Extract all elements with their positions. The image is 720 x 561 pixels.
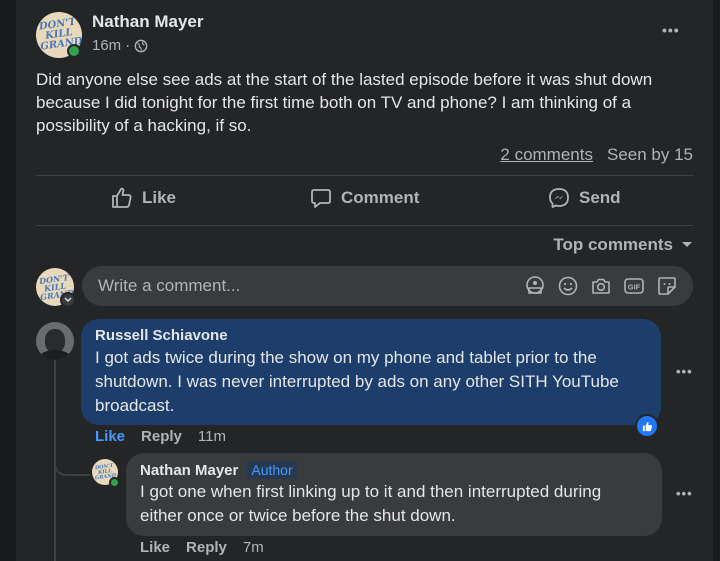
comment-actions: Like Reply 11m — [95, 428, 226, 445]
like-reaction-icon[interactable] — [635, 414, 659, 438]
profile-switch-badge[interactable] — [60, 292, 76, 308]
reply-reply-button[interactable]: Reply — [186, 539, 227, 556]
online-status-dot — [67, 44, 81, 58]
like-button[interactable]: Like — [110, 186, 176, 210]
post-time[interactable]: 16m — [92, 37, 121, 54]
comment-bubble: Russell Schiavone I got ads twice during… — [81, 319, 661, 425]
comment-composer[interactable]: GIF — [82, 266, 693, 306]
send-button[interactable]: Send — [547, 186, 621, 210]
gif-icon[interactable]: GIF — [622, 274, 646, 298]
messenger-icon — [549, 188, 569, 208]
svg-text:GIF: GIF — [628, 283, 641, 292]
avatar-sticker-icon[interactable] — [523, 274, 547, 298]
comments-count-link[interactable]: 2 comments — [500, 145, 593, 165]
post-author-name[interactable]: Nathan Mayer — [92, 12, 203, 32]
reply-like-button[interactable]: Like — [140, 539, 170, 556]
comment-button[interactable]: Comment — [309, 186, 419, 210]
comment-author[interactable]: Russell Schiavone — [95, 327, 647, 344]
composer-tools: GIF — [523, 274, 679, 298]
reply-connector — [54, 454, 90, 476]
reply-bubble: Nathan Mayer Author I got one when first… — [126, 453, 662, 536]
comment-icon — [311, 189, 331, 208]
comment-label: Comment — [341, 188, 420, 207]
post-meta: 16m · — [92, 37, 148, 54]
comment-like-button[interactable]: Like — [95, 428, 125, 445]
post-card: DON'T KILL GRAND Nathan Mayer 16m · ••• … — [16, 0, 713, 561]
camera-icon[interactable] — [589, 274, 613, 298]
comment-time[interactable]: 11m — [198, 428, 226, 445]
comment-sort-label: Top comments — [553, 235, 673, 254]
globe-icon — [134, 39, 148, 52]
author-badge: Author — [246, 461, 298, 479]
reply-actions: Like Reply 7m — [140, 539, 264, 556]
reply-more-button[interactable]: ••• — [676, 486, 693, 501]
actions-divider-bottom — [36, 225, 693, 226]
reply-time[interactable]: 7m — [243, 539, 264, 556]
comment-input[interactable] — [96, 275, 523, 297]
comment-sort-dropdown[interactable]: Top comments — [553, 235, 693, 255]
reply-author[interactable]: Nathan Mayer — [140, 462, 238, 479]
thumbs-up-icon — [642, 421, 652, 431]
seen-by-count[interactable]: Seen by 15 — [607, 145, 693, 165]
post-stats: 2 comments Seen by 15 — [500, 145, 693, 165]
commenter-avatar[interactable] — [36, 322, 74, 360]
like-label: Like — [142, 188, 177, 207]
chevron-down-icon — [64, 297, 72, 302]
post-text: Did anyone else see ads at the start of … — [36, 70, 653, 135]
actions-divider-top — [36, 175, 693, 176]
meta-separator: · — [125, 37, 131, 54]
avatar-photo-shoulders — [39, 350, 71, 360]
comment-reply-button[interactable]: Reply — [141, 428, 182, 445]
online-status-dot — [109, 477, 120, 488]
sticker-icon[interactable] — [655, 274, 679, 298]
send-label: Send — [579, 188, 621, 207]
reply-text: I got one when first linking up to it an… — [140, 482, 602, 525]
caret-down-icon — [682, 242, 692, 247]
thumbs-up-icon — [112, 187, 132, 208]
comment-more-button[interactable]: ••• — [676, 364, 693, 379]
emoji-icon[interactable] — [556, 274, 580, 298]
reply-author-row: Nathan Mayer Author — [140, 461, 648, 479]
post-more-button[interactable]: ••• — [662, 22, 680, 38]
comment-text: I got ads twice during the show on my ph… — [95, 348, 619, 415]
